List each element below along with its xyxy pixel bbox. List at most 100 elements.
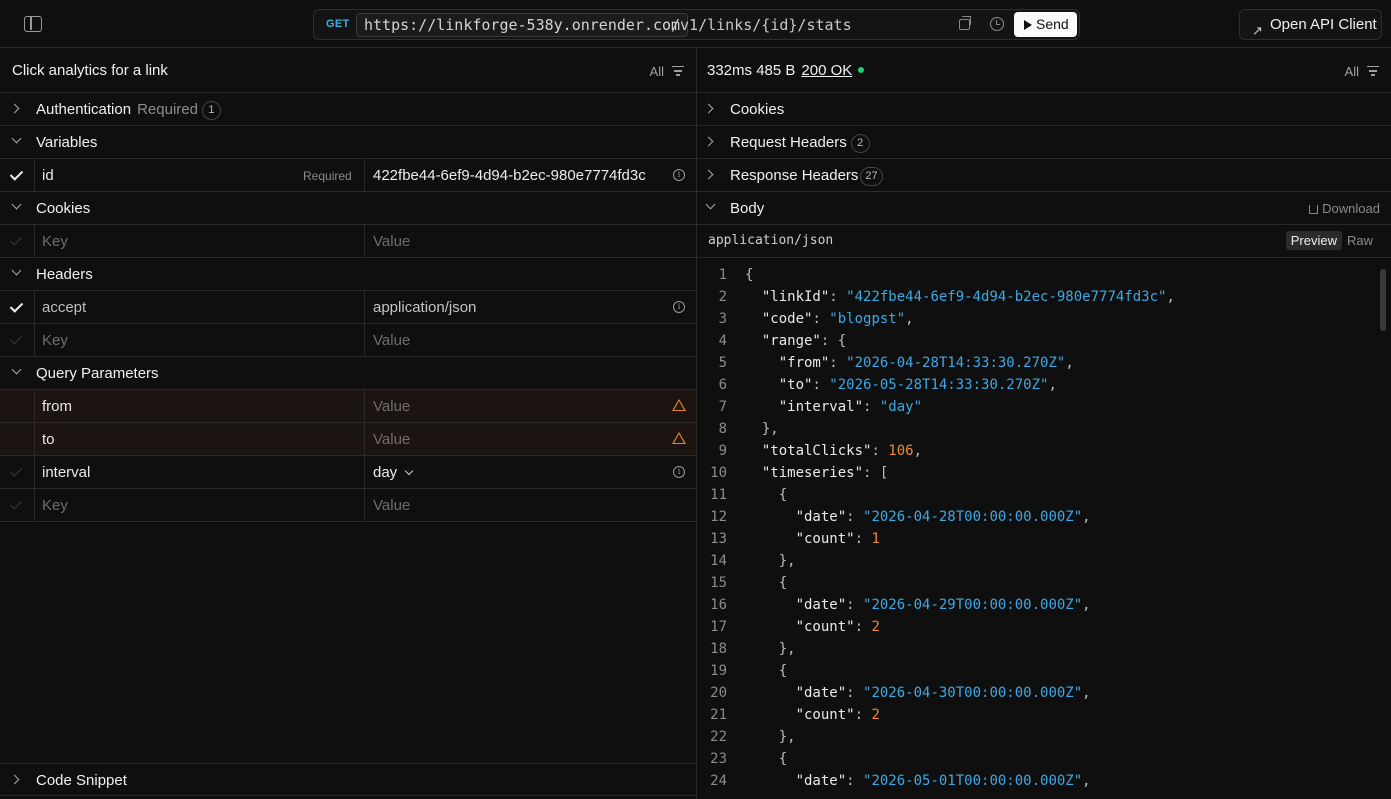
code-token: }, [745,553,796,569]
section-request-headers[interactable]: Request Headers 2 [697,126,1391,159]
section-authentication[interactable]: Authentication Required 1 [0,93,696,126]
code-token: : [854,531,872,547]
line-content: "date": "2026-04-30T00:00:00.000Z", [745,682,1091,704]
line-content: "to": "2026-05-28T14:33:30.270Z", [745,374,1057,396]
request-pane: Click analytics for a link All Authentic… [0,49,697,799]
query-value-input[interactable]: Value [373,431,410,448]
send-button[interactable]: Send [1014,12,1077,37]
line-content: "count": 1 [745,528,880,550]
query-value-input[interactable]: Value [373,398,410,415]
query-value-cell[interactable]: Value [364,390,697,422]
http-method[interactable]: GET [326,18,350,30]
external-link-icon: ↗ [1252,23,1263,38]
address-bar[interactable]: GET https://linkforge-538y.onrender.com … [313,9,1080,40]
header-value-cell[interactable]: application/json i [364,291,697,323]
section-cookies[interactable]: Cookies [0,192,696,225]
code-token: : [871,443,889,459]
query-value-input[interactable]: Value [373,497,410,514]
response-body-code[interactable]: 1{2 "linkId": "422fbe44-6ef9-4d94-b2ec-9… [697,264,1377,799]
copy-icon[interactable] [959,16,971,30]
request-path[interactable]: /v1/links/{id}/stats [671,15,852,35]
code-token: "code" [745,311,813,327]
query-value-cell[interactable]: day i [364,456,697,488]
code-token: , [1065,355,1074,371]
response-headers-label: Response Headers [730,167,859,184]
info-icon[interactable]: i [673,169,685,181]
code-token: "interval" [745,399,864,415]
response-pane: 332ms 485 B 200 OK All Cookies Request He… [697,49,1391,799]
section-response-headers[interactable]: Response Headers 27 [697,159,1391,192]
response-filter[interactable]: All [1345,64,1379,79]
response-cookies-label: Cookies [730,101,785,118]
section-body[interactable]: Body Download [697,192,1391,225]
chevron-right-icon [703,169,714,180]
open-api-client-label: Open API Client [1270,16,1377,33]
history-icon[interactable] [990,17,1004,31]
header-key-input[interactable]: Key [42,332,68,349]
sidebar-toggle-icon[interactable] [24,16,42,32]
code-token: , [1048,377,1057,393]
server-url[interactable]: https://linkforge-538y.onrender.com [356,13,689,37]
section-variables[interactable]: Variables [0,126,696,159]
header-value-cell[interactable]: Value [364,324,697,356]
section-query-parameters[interactable]: Query Parameters [0,357,696,390]
enabled-checkbox[interactable] [0,225,35,257]
query-value-cell[interactable]: Value [364,489,697,521]
response-size: 485 B [756,62,796,79]
section-code-snippet[interactable]: Code Snippet [0,763,697,796]
enabled-checkbox[interactable] [0,390,35,422]
open-api-client-button[interactable]: ↗ Open API Client [1239,9,1382,40]
chevron-down-icon [11,265,22,276]
query-value-cell[interactable]: Value [364,423,697,455]
enabled-checkbox[interactable] [0,159,35,191]
section-headers[interactable]: Headers [0,258,696,291]
cookie-value-input[interactable]: Value [373,233,410,250]
filter-icon [1367,66,1379,76]
code-line: 13 "count": 1 [697,528,1377,550]
cookie-value-cell[interactable]: Value [364,225,697,257]
line-number: 19 [710,663,727,679]
section-response-cookies[interactable]: Cookies [697,93,1391,126]
variable-value[interactable]: 422fbe44-6ef9-4d94-b2ec-980e7774fd3c [373,167,646,184]
preview-tab[interactable]: Preview [1285,231,1342,250]
enabled-checkbox[interactable] [0,423,35,455]
header-key[interactable]: accept [42,299,86,316]
info-icon[interactable]: i [673,301,685,313]
scrollbar[interactable] [1380,269,1386,331]
warning-icon[interactable] [672,432,686,444]
response-status[interactable]: 200 OK [801,62,852,79]
request-filter[interactable]: All [650,64,684,79]
interval-select[interactable]: day [373,464,414,481]
chevron-down-icon [404,466,414,476]
code-token: "day" [879,399,923,415]
cookie-key-input[interactable]: Key [42,233,68,250]
line-number: 4 [718,333,727,349]
enabled-checkbox[interactable] [0,291,35,323]
enabled-checkbox[interactable] [0,324,35,356]
authentication-label: Authentication [36,101,132,118]
enabled-checkbox[interactable] [0,456,35,488]
code-token: , [1082,509,1091,525]
query-parameters-label: Query Parameters [36,365,159,382]
variable-value-cell[interactable]: 422fbe44-6ef9-4d94-b2ec-980e7774fd3c i [364,159,697,191]
download-button[interactable]: Download [1309,201,1380,216]
line-number: 15 [710,575,727,591]
code-line: 4 "range": { [697,330,1377,352]
code-token: "date" [745,685,847,701]
warning-icon[interactable] [672,399,686,411]
code-token: }, [745,641,796,657]
header-value[interactable]: application/json [373,299,476,316]
header-value-input[interactable]: Value [373,332,410,349]
query-row-to: to Value [0,423,696,456]
info-icon[interactable]: i [673,466,685,478]
enabled-checkbox[interactable] [0,489,35,521]
response-headers-heading: Response Headers 27 [730,167,883,186]
code-line: 10 "timeseries": [ [697,462,1377,484]
raw-tab[interactable]: Raw [1342,231,1378,250]
query-key-input[interactable]: Key [42,497,68,514]
code-token: , [1082,685,1091,701]
line-number: 11 [710,487,727,503]
request-headers-count: 2 [850,134,870,153]
headers-label: Headers [36,266,93,283]
code-line: 15 { [697,572,1377,594]
